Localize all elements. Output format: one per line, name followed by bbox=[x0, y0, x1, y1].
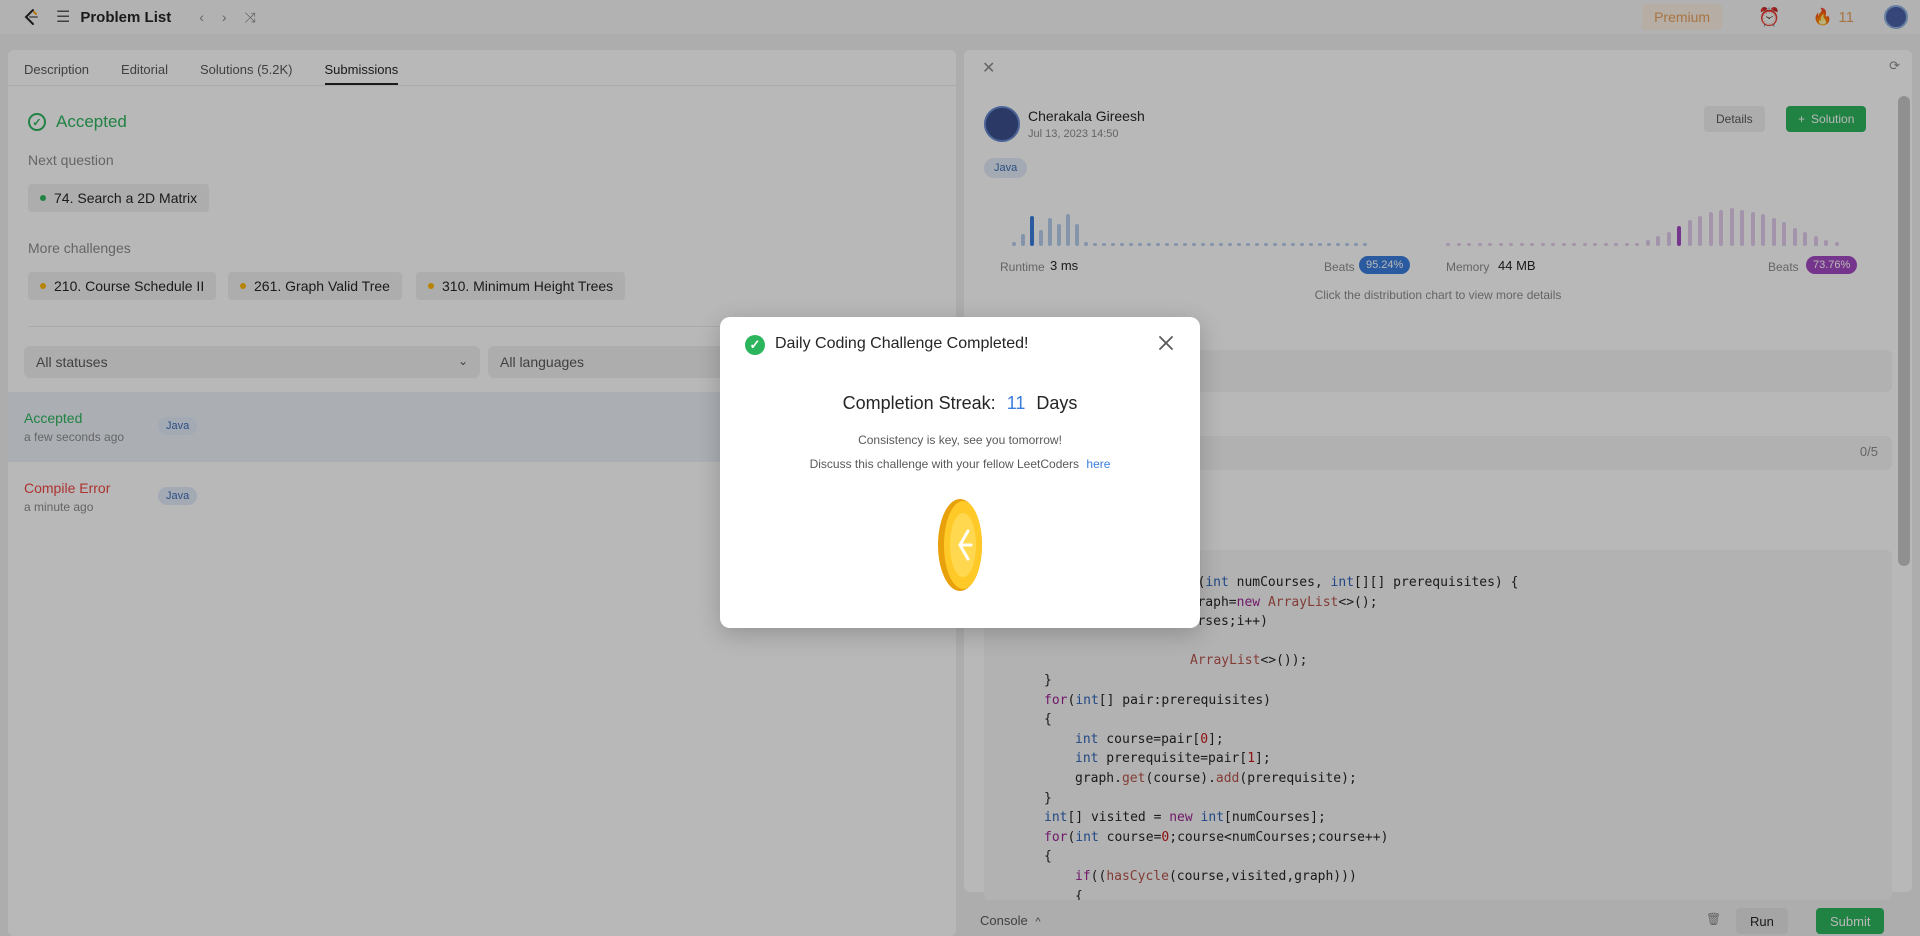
streak-unit: Days bbox=[1036, 393, 1078, 413]
close-icon[interactable] bbox=[1152, 329, 1180, 357]
modal-discuss: Discuss this challenge with your fellow … bbox=[720, 457, 1200, 471]
discuss-link[interactable]: here bbox=[1086, 457, 1110, 471]
coin-icon bbox=[938, 499, 982, 591]
daily-challenge-modal: ✓ Daily Coding Challenge Completed! Comp… bbox=[720, 317, 1200, 628]
modal-title: Daily Coding Challenge Completed! bbox=[775, 335, 1029, 352]
check-circle-icon: ✓ bbox=[745, 335, 765, 355]
streak-label: Completion Streak: bbox=[842, 393, 996, 413]
completion-streak: Completion Streak: 11 Days bbox=[720, 393, 1200, 414]
streak-value: 11 bbox=[1006, 393, 1026, 413]
modal-message: Consistency is key, see you tomorrow! bbox=[858, 433, 1062, 447]
discuss-text: Discuss this challenge with your fellow … bbox=[809, 457, 1080, 471]
